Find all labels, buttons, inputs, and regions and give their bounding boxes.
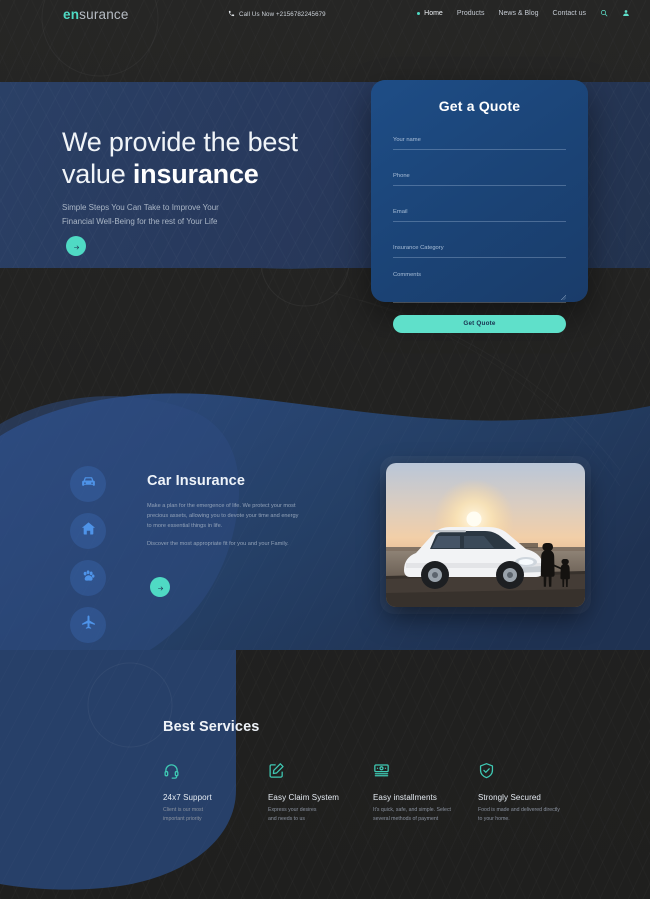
money-icon [373, 762, 478, 784]
active-dot-icon [417, 11, 421, 15]
call-us-now[interactable]: Call Us Now +2156782245679 [228, 10, 326, 19]
logo-suffix: surance [79, 7, 129, 22]
hero-sub-line1: Simple Steps You Can Take to Improve You… [62, 202, 219, 212]
field-comments[interactable] [393, 272, 566, 303]
service-title: 24x7 Support [163, 793, 212, 802]
sunset-car-illustration [386, 463, 585, 607]
category-travel-button[interactable] [70, 607, 106, 643]
service-title: Strongly Secured [478, 793, 541, 802]
your-name-input[interactable] [393, 137, 566, 145]
car-insurance-paragraph-1: Make a plan for the emergence of life. W… [147, 503, 299, 529]
category-pet-button[interactable] [70, 560, 106, 596]
paw-icon [80, 567, 97, 589]
resize-handle-icon[interactable] [561, 295, 566, 300]
service-desc: Client is our most important priority [163, 806, 268, 824]
car-insurance-cta-button[interactable] [150, 577, 170, 597]
nav-item-contact-us[interactable]: Contact us [553, 10, 586, 17]
service-desc-line1: Client is our most [163, 807, 204, 813]
edit-square-icon [268, 762, 373, 784]
field-phone[interactable] [393, 164, 566, 186]
service-card-claim: Easy Claim System Express your desires a… [268, 762, 373, 824]
logo[interactable]: ensurance [63, 7, 129, 22]
service-desc: It's quick, safe, and simple. Select sev… [373, 806, 478, 824]
field-insurance-category[interactable] [393, 236, 566, 258]
category-car-button[interactable] [70, 466, 106, 502]
hero-heading-line1: We provide the best [62, 127, 298, 157]
logo-prefix: en [63, 7, 80, 22]
service-desc-line2: to your home. [478, 816, 510, 823]
arrow-right-icon [73, 239, 80, 254]
service-title: Easy installments [373, 793, 437, 802]
get-a-quote-card: Get a Quote Get Quote [371, 80, 588, 333]
category-home-button[interactable] [70, 513, 106, 549]
field-email[interactable] [393, 200, 566, 222]
car-insurance-title: Car Insurance [147, 473, 246, 489]
service-card-installments: Easy installments It's quick, safe, and … [373, 762, 478, 824]
car-photo [386, 463, 585, 607]
car-icon [80, 473, 97, 495]
insurance-category-icons [70, 466, 106, 654]
nav-item-news-blog[interactable]: News & Blog [498, 10, 538, 17]
insurance-category-input[interactable] [393, 245, 566, 253]
service-desc-line2: and needs to us [268, 816, 305, 823]
field-your-name[interactable] [393, 128, 566, 150]
hero-heading-bold: insurance [132, 158, 259, 189]
home-icon [80, 520, 97, 542]
comments-textarea[interactable] [393, 272, 566, 294]
nav-item-home[interactable]: Home [417, 10, 443, 17]
airplane-icon [80, 614, 97, 636]
nav-item-products[interactable]: Products [457, 10, 485, 17]
arrow-right-icon [157, 580, 164, 595]
services-grid: 24x7 Support Client is our most importan… [163, 762, 583, 824]
hero-text-block: We provide the best value insurance Simp… [62, 127, 392, 229]
hero-cta-button[interactable] [66, 236, 86, 256]
service-desc-line1: It's quick, safe, and simple. Select [373, 807, 451, 813]
page-root: ensurance Call Us Now +2156782245679 Hom… [0, 0, 650, 899]
service-desc-line2: several methods of payment [373, 816, 439, 823]
hero-subheading: Simple Steps You Can Take to Improve You… [62, 201, 392, 229]
service-desc-line1: Food is made and delivered directly [478, 807, 560, 813]
main-nav: Home Products News & Blog Contact us [417, 9, 630, 17]
headset-icon [163, 762, 268, 784]
get-quote-button[interactable]: Get Quote [393, 314, 566, 333]
service-card-secured: Strongly Secured Food is made and delive… [478, 762, 583, 824]
service-title: Easy Claim System [268, 793, 340, 802]
hero-sub-line2: Financial Well-Being for the rest of You… [62, 216, 218, 226]
call-us-label: Call Us Now +2156782245679 [239, 11, 326, 18]
service-desc: Food is made and delivered directly to y… [478, 806, 583, 824]
services-title: Best Services [163, 719, 260, 735]
hero-heading-light: value [62, 158, 133, 189]
service-desc: Express your desires and needs to us [268, 806, 373, 824]
site-header: ensurance Call Us Now +2156782245679 Hom… [0, 0, 650, 30]
phone-icon [228, 10, 235, 19]
user-icon[interactable] [622, 9, 630, 17]
shield-check-icon [478, 762, 583, 784]
car-insurance-text: Car Insurance Make a plan for the emerge… [147, 473, 302, 550]
service-desc-line1: Express your desires [268, 807, 317, 813]
email-input[interactable] [393, 209, 566, 217]
car-insurance-paragraph-2: Discover the most appropriate fit for yo… [147, 540, 289, 547]
search-icon[interactable] [600, 9, 608, 17]
hero-heading: We provide the best value insurance [62, 127, 392, 191]
phone-input[interactable] [393, 173, 566, 181]
nav-label-home: Home [424, 9, 443, 17]
service-card-support: 24x7 Support Client is our most importan… [163, 762, 268, 824]
hero-heading-line2: value insurance [62, 159, 392, 191]
quote-card-title: Get a Quote [438, 98, 521, 114]
service-desc-line2: important priority [163, 816, 202, 823]
